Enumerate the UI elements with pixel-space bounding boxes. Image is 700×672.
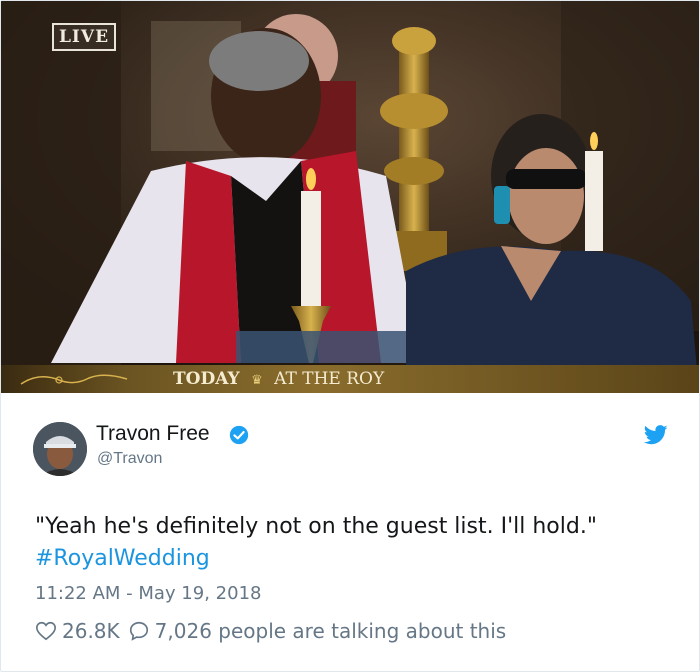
verified-badge-icon — [229, 425, 249, 445]
author-name[interactable]: Travon Free — [96, 422, 210, 446]
like-button[interactable]: 26.8K — [35, 619, 120, 643]
conversation-text: 7,026 people are talking about this — [154, 619, 507, 643]
photo-illustration — [1, 1, 699, 393]
chyron-today: TODAY — [173, 369, 240, 389]
avatar-image — [33, 422, 87, 476]
tweet-card: LIVE TODAY ♛ AT THE ROY Travon Free @Tra… — [0, 0, 700, 672]
tweet-text: "Yeah he's definitely not on the guest l… — [35, 511, 675, 575]
live-badge: LIVE — [52, 23, 116, 51]
tweet-actions: 26.8K 7,026 people are talking about thi… — [35, 618, 506, 644]
author-handle[interactable]: @Travon — [97, 450, 162, 468]
like-count: 26.8K — [62, 619, 120, 643]
broadcast-chyron: TODAY ♛ AT THE ROY — [173, 367, 384, 391]
chyron-rest: AT THE ROY — [274, 369, 385, 389]
reply-bubble-icon — [129, 621, 148, 641]
hashtag-link[interactable]: #RoyalWedding — [35, 546, 210, 571]
tweet-timestamp[interactable]: 11:22 AM - May 19, 2018 — [35, 583, 261, 604]
crown-icon: ♛ — [251, 373, 263, 388]
tweet-photo[interactable]: LIVE TODAY ♛ AT THE ROY — [1, 1, 699, 393]
heart-icon — [36, 621, 56, 641]
conversation-link[interactable]: 7,026 people are talking about this — [128, 619, 507, 643]
tweet-quote: "Yeah he's definitely not on the guest l… — [35, 514, 597, 539]
author-avatar[interactable] — [33, 422, 87, 476]
twitter-bird-icon[interactable] — [644, 425, 668, 445]
scroll-ornament-icon — [20, 374, 128, 385]
